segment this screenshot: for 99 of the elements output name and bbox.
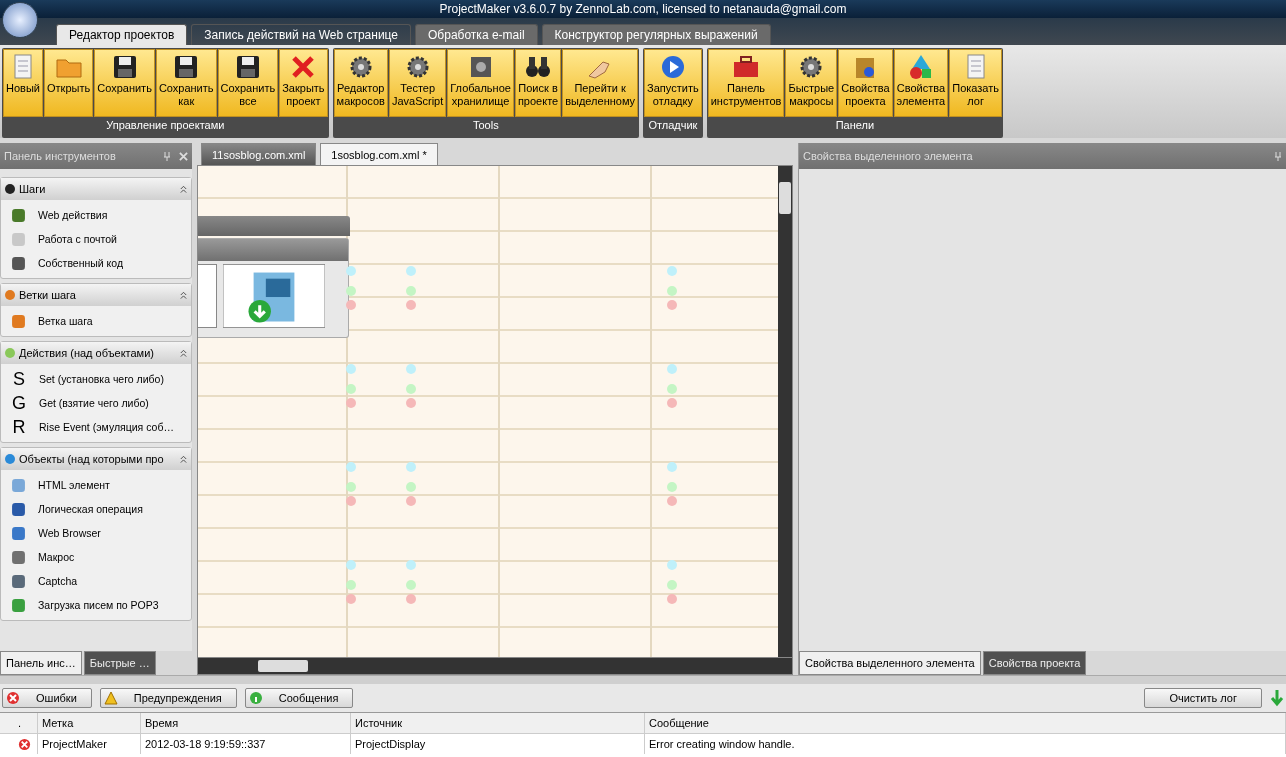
ribbon-button[interactable]: Сохранить все	[217, 49, 279, 117]
table-cell: Error creating window handle.	[645, 734, 1286, 754]
section-icon	[4, 183, 16, 195]
group-title: Отладчик	[647, 118, 699, 133]
section-icon	[4, 347, 16, 359]
section-header[interactable]: Ветки шага	[1, 284, 191, 306]
connection-dots-drawing	[345, 559, 357, 607]
column-header[interactable]: Сообщение	[645, 713, 1286, 733]
toolbox-item[interactable]: Макрос	[1, 545, 191, 569]
ribbon-button[interactable]: Сохранить	[94, 49, 155, 117]
connection-dots-drawing	[405, 265, 417, 313]
column-header[interactable]: Метка	[38, 713, 141, 733]
panel-tab[interactable]: Свойства выделенного элемента	[799, 651, 981, 675]
group-title: Tools	[472, 118, 500, 133]
pop-mail-icon	[223, 264, 325, 328]
toolbox-item[interactable]: R Rise Event (эмуляция соб…	[1, 415, 191, 439]
group-title: Управление проектами	[105, 118, 226, 133]
horizontal-scrollbar[interactable]	[197, 658, 793, 675]
clear-log-button[interactable]: Очистить лог	[1144, 688, 1262, 708]
ribbon-tab[interactable]: Обработка e-mail	[415, 24, 538, 45]
letter-icon: G	[11, 392, 27, 414]
table-cell: 2012-03-18 9:19:59::337	[141, 734, 351, 754]
panel-title: Панель инструментов	[4, 150, 117, 162]
connection-dots-drawing	[345, 265, 357, 313]
toolbox-item[interactable]: Собственный код	[1, 251, 191, 275]
section-header[interactable]: Действия (над объектами)	[1, 342, 191, 364]
toolbox-item[interactable]: Загрузка писем по POP3	[1, 593, 191, 617]
toolbox-item[interactable]: Captcha	[1, 569, 191, 593]
ribbon-button[interactable]: Быстрые макросы	[785, 49, 838, 117]
connection-dots-drawing	[666, 559, 678, 607]
vertical-scrollbar[interactable]	[778, 166, 792, 657]
connection-dots-drawing	[405, 559, 417, 607]
document-tab[interactable]: 11sosblog.com.xml	[201, 143, 317, 165]
panel-tab[interactable]: Панель инс…	[0, 651, 82, 675]
ribbon-button[interactable]: Свойства элемента	[893, 49, 949, 117]
ribbon-tab[interactable]: Конструктор регулярных выражений	[541, 24, 771, 45]
collapse-icon[interactable]	[179, 184, 188, 194]
connection-dots-drawing	[405, 363, 417, 411]
ribbon-button[interactable]: Глобальное хранилище	[447, 49, 514, 117]
window-title: ProjectMaker v3.6.0.7 by ZennoLab.com, licensed to netanauda@gmail.com	[438, 2, 848, 16]
column-header[interactable]: Источник	[351, 713, 645, 733]
collapse-icon[interactable]	[179, 290, 188, 300]
ribbon-button[interactable]: Запустить отладку	[644, 49, 702, 117]
toolbox-item[interactable]: G Get (взятие чего либо)	[1, 391, 191, 415]
toolbox-item[interactable]: Web действия	[1, 203, 191, 227]
collapse-icon[interactable]	[179, 348, 188, 358]
ribbon-button[interactable]: Панель инструментов	[707, 49, 785, 117]
toolbox-item[interactable]: Ветка шага	[1, 309, 191, 333]
table-cell: ProjectDisplay	[351, 734, 645, 754]
section-icon	[4, 289, 16, 301]
ribbon-button[interactable]: Открыть	[44, 49, 94, 117]
error-icon	[18, 737, 31, 751]
close-icon[interactable]	[179, 151, 188, 161]
ribbon-button[interactable]: Редактор макросов	[333, 49, 388, 117]
column-header[interactable]: Время	[141, 713, 351, 733]
section-header[interactable]: Шаги	[1, 178, 191, 200]
ribbon-tab[interactable]: Редактор проектов	[56, 24, 188, 45]
connection-dots-drawing	[345, 363, 357, 411]
panel-tab[interactable]: Свойства проекта	[982, 651, 1087, 675]
toolbox-item[interactable]: Web Browser	[1, 521, 191, 545]
pin-icon[interactable]	[163, 151, 171, 161]
connection-dots-drawing	[666, 265, 678, 313]
connection-dots-drawing	[666, 461, 678, 509]
pin-icon[interactable]	[1274, 151, 1282, 161]
letter-icon: S	[11, 368, 27, 390]
connection-dots-drawing	[345, 461, 357, 509]
toolbox-item[interactable]: Логическая операция	[1, 497, 191, 521]
down-arrow-icon[interactable]	[1270, 688, 1284, 708]
ribbon-button[interactable]: Закрыть проект	[279, 49, 328, 117]
section-icon	[4, 453, 16, 465]
connection-dots-drawing	[666, 363, 678, 411]
toolbox-item[interactable]: HTML элемент	[1, 473, 191, 497]
section-header[interactable]: Объекты (над которыми про	[1, 448, 191, 470]
connection-dots-drawing	[405, 461, 417, 509]
panel-tab[interactable]: Быстрые …	[83, 651, 156, 675]
info-icon	[248, 691, 263, 705]
document-tab[interactable]: 1sosblog.com.xml *	[320, 143, 438, 165]
log-filter-button[interactable]: Ошибки	[2, 688, 92, 708]
toolbox-item[interactable]: Работа с почтой	[1, 227, 191, 251]
warning-icon	[103, 691, 118, 705]
letter-icon: R	[11, 416, 27, 438]
app-logo-icon[interactable]	[2, 2, 38, 38]
group-title: Панели	[834, 118, 876, 133]
log-filter-button[interactable]: Сообщения	[244, 688, 354, 708]
ribbon-button[interactable]: Новый	[3, 49, 43, 117]
ribbon-button[interactable]: Поиск в проекте	[514, 49, 562, 117]
table-cell: ProjectMaker	[38, 734, 141, 754]
step-node[interactable]	[198, 238, 349, 338]
panel-title: Свойства выделенного элемента	[803, 150, 974, 162]
collapse-icon[interactable]	[179, 454, 188, 464]
ribbon-button[interactable]: Сохранить как	[155, 49, 217, 117]
ribbon-button[interactable]: Перейти к выделенному	[562, 49, 639, 117]
ribbon-button[interactable]: Свойства проекта	[838, 49, 893, 117]
log-filter-button[interactable]: Предупреждения	[99, 688, 237, 708]
column-header[interactable]: .	[0, 713, 38, 733]
toolbox-item[interactable]: S Set (установка чего либо)	[1, 367, 191, 391]
ribbon-button[interactable]: Показать лог	[949, 49, 1002, 117]
ribbon-button[interactable]: Тестер JavaScript	[388, 49, 447, 117]
error-icon	[6, 691, 20, 705]
